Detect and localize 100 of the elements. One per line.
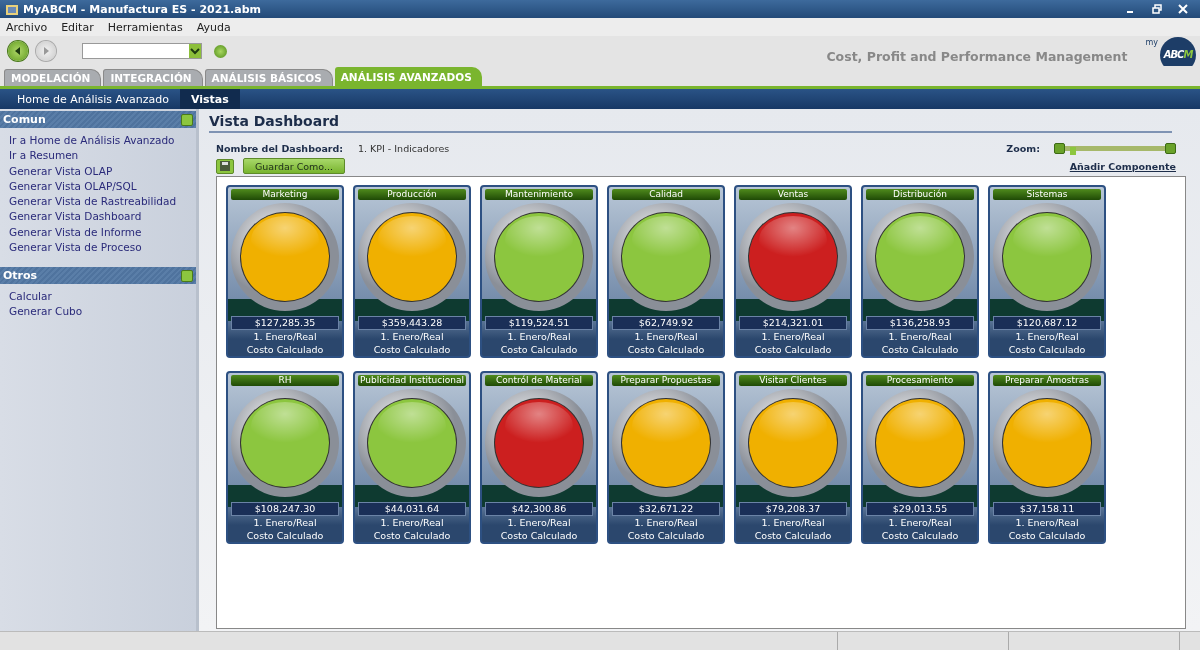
card-measure: Costo Calculado [881, 530, 959, 542]
indicator-card[interactable]: Ventas $214,321.01 1. Enero/Real Costo Calculado [734, 185, 852, 358]
card-measure: Costo Calculado [373, 530, 451, 542]
nav-tab[interactable]: Vistas [179, 89, 240, 109]
page-title: Vista Dashboard [209, 113, 1172, 133]
card-value: $136,258.93 [866, 316, 974, 330]
save-as-button[interactable]: Guardar Como... [243, 158, 345, 174]
indicator-card[interactable]: Visitar Clientes $79,208.37 1. Enero/Real Costo Calculado [734, 371, 852, 544]
indicator-card[interactable]: Sistemas $120,687.12 1. Enero/Real Costo Calculado [988, 185, 1106, 358]
sidebar-link[interactable]: Generar Vista de Informe [9, 225, 196, 238]
window-title: MyABCM - Manufactura ES - 2021.abm [23, 2, 261, 16]
card-period: 1. Enero/Real [380, 331, 444, 343]
card-measure: Costo Calculado [500, 344, 578, 356]
card-period: 1. Enero/Real [507, 331, 571, 343]
zoom-in-icon[interactable] [1165, 143, 1176, 154]
card-value: $37,158.11 [993, 502, 1101, 516]
forward-button[interactable] [36, 41, 56, 61]
card-value: $32,671.22 [612, 502, 720, 516]
indicator-card[interactable]: Preparar Propuestas $32,671.22 1. Enero/Real Costo Calculado [607, 371, 725, 544]
indicator-card[interactable]: Producción $359,443.28 1. Enero/Real Costo Calculado [353, 185, 471, 358]
sidebar-link[interactable]: Generar Vista de Proceso [9, 241, 196, 254]
logo-prefix: my [1145, 38, 1158, 48]
card-title: Distribución [866, 189, 974, 200]
card-title: Mantenimiento [485, 189, 593, 200]
card-measure: Costo Calculado [373, 344, 451, 356]
dropdown-field[interactable] [82, 43, 202, 59]
sidebar-link[interactable]: Generar Cubo [9, 305, 196, 318]
close-icon[interactable] [1178, 4, 1188, 14]
card-measure: Costo Calculado [627, 344, 705, 356]
section-header[interactable]: Otros [0, 267, 196, 285]
slider-thumb[interactable] [1069, 147, 1076, 155]
menu-item[interactable]: Herramientas [107, 20, 183, 34]
card-value: $29,013.55 [866, 502, 974, 516]
card-value: $108,247.30 [231, 502, 339, 516]
sidebar-link[interactable]: Ir a Home de Análisis Avanzado [9, 134, 196, 146]
indicator-card[interactable]: RH $108,247.30 1. Enero/Real Costo Calculado [226, 371, 344, 544]
card-period: 1. Enero/Real [634, 517, 698, 529]
card-measure: Costo Calculado [1008, 344, 1086, 356]
indicator-card[interactable]: Mantenimiento $119,524.51 1. Enero/Real Costo Calculado [480, 185, 598, 358]
sidebar-link[interactable]: Calcular [9, 290, 196, 303]
card-measure: Costo Calculado [246, 344, 324, 356]
card-title: Contról de Material [485, 375, 593, 386]
save-button[interactable] [216, 158, 234, 174]
menu-item[interactable]: Archivo [6, 20, 48, 34]
collapse-icon[interactable] [181, 269, 193, 282]
card-value: $62,749.92 [612, 316, 720, 330]
card-value: $79,208.37 [739, 502, 847, 516]
add-component-link[interactable]: Añadir Componente [1069, 160, 1176, 172]
menu-item[interactable]: Ayuda [196, 20, 231, 34]
sidebar-link[interactable]: Ir a Resumen [9, 149, 196, 162]
field-label: Nombre del Dashboard: [216, 143, 345, 154]
card-title: Preparar Propuestas [612, 375, 720, 386]
collapse-icon[interactable] [181, 113, 193, 126]
sidebar-link[interactable]: Generar Vista Dashboard [9, 210, 196, 223]
card-period: 1. Enero/Real [888, 331, 952, 343]
go-button[interactable] [214, 44, 227, 58]
card-title: Visitar Clientes [739, 375, 847, 386]
section-title: Comun [3, 113, 46, 126]
back-button[interactable] [8, 41, 28, 61]
indicator-card[interactable]: Procesamiento $29,013.55 1. Enero/Real Costo Calculado [861, 371, 979, 544]
indicator-card[interactable]: Contról de Material $42,300.86 1. Enero/Real Costo Calculado [480, 371, 598, 544]
card-measure: Costo Calculado [246, 530, 324, 542]
card-period: 1. Enero/Real [253, 331, 317, 343]
card-period: 1. Enero/Real [380, 517, 444, 529]
left-arrow-icon [14, 47, 22, 55]
card-title: Preparar Amostras [993, 375, 1101, 386]
card-period: 1. Enero/Real [1015, 517, 1079, 529]
menu-item[interactable]: Editar [61, 20, 94, 34]
section-header[interactable]: Comun [0, 111, 196, 128]
sidebar-link[interactable]: Generar Vista OLAP/SQL [9, 179, 196, 192]
card-measure: Costo Calculado [500, 530, 578, 542]
card-period: 1. Enero/Real [253, 517, 317, 529]
sidebar-link[interactable]: Generar Vista OLAP [9, 164, 196, 177]
field-value: 1. KPI - Indicadores [358, 143, 451, 154]
card-measure: Costo Calculado [881, 344, 959, 356]
card-title: Publicidad Institucional [358, 375, 466, 386]
card-title: Calidad [612, 189, 720, 200]
indicator-card[interactable]: Calidad $62,749.92 1. Enero/Real Costo Calculado [607, 185, 725, 358]
indicator-card[interactable]: Publicidad Institucional $44,031.64 1. Enero/Real Costo Calculado [353, 371, 471, 544]
nav-tab[interactable]: Home de Análisis Avanzado [6, 89, 180, 109]
app-icon [6, 3, 18, 15]
restore-icon[interactable] [1152, 4, 1162, 14]
zoom-out-icon[interactable] [1054, 143, 1065, 154]
indicator-card[interactable]: Distribución $136,258.93 1. Enero/Real Costo Calculado [861, 185, 979, 358]
tagline: Cost, Profit and Performance Management [826, 48, 1128, 64]
right-arrow-icon [42, 47, 50, 55]
card-value: $42,300.86 [485, 502, 593, 516]
indicator-card[interactable]: Preparar Amostras $37,158.11 1. Enero/Real Costo Calculado [988, 371, 1106, 544]
card-value: $120,687.12 [993, 316, 1101, 330]
sidebar-link[interactable]: Generar Vista de Rastreabilidad [9, 195, 196, 208]
card-measure: Costo Calculado [754, 344, 832, 356]
card-period: 1. Enero/Real [761, 517, 825, 529]
card-value: $127,285.35 [231, 316, 339, 330]
card-period: 1. Enero/Real [634, 331, 698, 343]
card-period: 1. Enero/Real [888, 517, 952, 529]
indicator-card[interactable]: Marketing $127,285.35 1. Enero/Real Costo Calculado [226, 185, 344, 358]
card-title: Marketing [231, 189, 339, 200]
card-period: 1. Enero/Real [1015, 331, 1079, 343]
card-measure: Costo Calculado [1008, 530, 1086, 542]
card-title: Ventas [739, 189, 847, 200]
